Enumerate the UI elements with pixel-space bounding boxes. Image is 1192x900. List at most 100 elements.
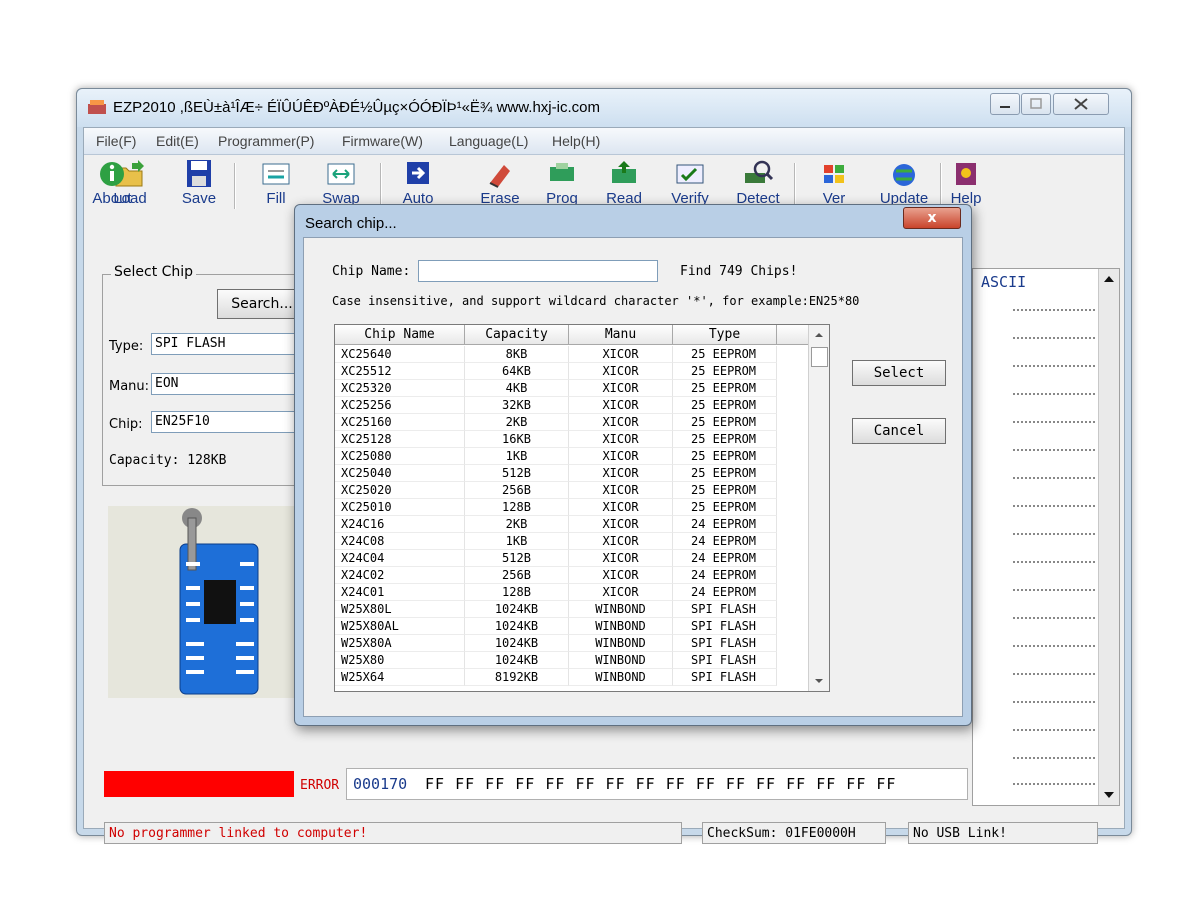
type-cell: 25 EEPROM [673,346,777,363]
adapter-board-icon [179,508,259,695]
capacity-cell: 1024KB [465,618,569,635]
error-label: ERROR [300,778,340,793]
capacity-cell: 1024KB [465,635,569,652]
type-cell: SPI FLASH [673,635,777,652]
app-icon [88,100,106,114]
ascii-row [1013,505,1095,509]
chip-name-cell: XC25160 [335,414,465,431]
manu-cell: XICOR [569,414,673,431]
capacity-cell: 1024KB [465,601,569,618]
dialog-body: Chip Name: Find 749 Chips! Case insensit… [303,237,963,717]
capacity-cell: 256B [465,567,569,584]
chip-table-row[interactable]: XC25010 128B XICOR 25 EEPROM [335,499,805,516]
capacity-text: Capacity: 128KB [109,453,227,468]
scroll-up-icon [1104,276,1114,282]
chip-table-row[interactable]: W25X80 1024KB WINBOND SPI FLASH [335,652,805,669]
select-button[interactable]: Select [852,360,946,386]
chip-table-row[interactable]: X24C04 512B XICOR 24 EEPROM [335,550,805,567]
chip-table-row[interactable]: XC25128 16KB XICOR 25 EEPROM [335,431,805,448]
chip-table-row[interactable]: X24C02 256B XICOR 24 EEPROM [335,567,805,584]
chip-name-cell: W25X80AL [335,618,465,635]
chip-table-row[interactable]: XC25040 512B XICOR 25 EEPROM [335,465,805,482]
type-cell: 24 EEPROM [673,567,777,584]
chip-name-cell: X24C16 [335,516,465,533]
menu-programmer[interactable]: Programmer(P) [218,133,314,149]
window-title: EZP2010 ,ßEÙ±à¹ÎÆ÷ ÉÏÛÚÊÐºÀÐÉ½Ûµç×ÓÓÐÏÞ¹… [113,99,600,116]
toolbar-separator [234,163,236,209]
type-cell: 25 EEPROM [673,465,777,482]
chip-table-row[interactable]: W25X80A 1024KB WINBOND SPI FLASH [335,635,805,652]
chip-table-row[interactable]: XC25640 8KB XICOR 25 EEPROM [335,346,805,363]
menu-edit[interactable]: Edit(E) [156,133,199,149]
menu-help[interactable]: Help(H) [552,133,600,149]
chip-name-cell: XC25320 [335,380,465,397]
column-header-capacity[interactable]: Capacity [465,325,569,345]
type-cell: 25 EEPROM [673,414,777,431]
type-cell: 24 EEPROM [673,516,777,533]
chip-table-row[interactable]: W25X80AL 1024KB WINBOND SPI FLASH [335,618,805,635]
minimize-button[interactable] [990,93,1020,115]
type-cell: 24 EEPROM [673,533,777,550]
maximize-button[interactable] [1021,93,1051,115]
chip-table-row[interactable]: XC25256 32KB XICOR 25 EEPROM [335,397,805,414]
ascii-row [1013,617,1095,621]
table-scrollbar[interactable] [808,325,829,691]
hex-row[interactable]: 000170 FF FF FF FF FF FF FF FF FF FF FF … [346,768,968,800]
chip-name-cell: XC25640 [335,346,465,363]
column-header-manu[interactable]: Manu [569,325,673,345]
floppy-disk-icon [187,160,211,187]
chip-table-row[interactable]: X24C16 2KB XICOR 24 EEPROM [335,516,805,533]
chip-name-input[interactable] [418,260,658,282]
fill-button[interactable]: Fill [248,159,304,211]
chip-table-row[interactable]: XC25020 256B XICOR 25 EEPROM [335,482,805,499]
chip-table-row[interactable]: X24C08 1KB XICOR 24 EEPROM [335,533,805,550]
chip-table-row[interactable]: W25X80L 1024KB WINBOND SPI FLASH [335,601,805,618]
menu-language[interactable]: Language(L) [449,133,528,149]
close-button[interactable] [1053,93,1109,115]
ascii-row [1013,309,1095,313]
cancel-button[interactable]: Cancel [852,418,946,444]
ascii-row [1013,589,1095,593]
hex-scrollbar[interactable] [1098,269,1119,805]
type-cell: 25 EEPROM [673,380,777,397]
capacity-cell: 4KB [465,380,569,397]
chip-table-row[interactable]: XC25160 2KB XICOR 25 EEPROM [335,414,805,431]
manu-cell: WINBOND [569,652,673,669]
scroll-down-icon [815,679,823,683]
chip-table-row[interactable]: XC25320 4KB XICOR 25 EEPROM [335,380,805,397]
capacity-cell: 16KB [465,431,569,448]
menu-file[interactable]: File(F) [96,133,136,149]
scroll-thumb[interactable] [811,347,828,367]
capacity-cell: 128B [465,499,569,516]
chip-name-cell: XC25080 [335,448,465,465]
checksum-status: CheckSum: 01FE0000H [702,822,886,844]
toolbar-separator [794,163,796,209]
about-button[interactable]: About [84,159,140,211]
capacity-cell: 1KB [465,533,569,550]
title-bar: EZP2010 ,ßEÙ±à¹ÎÆ÷ ÉÏÛÚÊÐºÀÐÉ½Ûµç×ÓÓÐÏÞ¹… [77,89,1131,127]
toolbar-separator [380,163,382,209]
minimize-icon [1000,106,1010,108]
capacity-cell: 2KB [465,516,569,533]
usb-status: No USB Link! [908,822,1098,844]
chip-table: Chip Name Capacity Manu Type XC25640 8KB X… [334,324,830,692]
manu-cell: XICOR [569,567,673,584]
chip-name-cell: XC25256 [335,397,465,414]
chip-table-row[interactable]: W25X64 8192KB WINBOND SPI FLASH [335,669,805,686]
menu-firmware[interactable]: Firmware(W) [342,133,423,149]
manu-cell: WINBOND [569,635,673,652]
chip-table-row[interactable]: XC25080 1KB XICOR 25 EEPROM [335,448,805,465]
close-icon [1074,98,1088,110]
windows-flag-icon [824,165,844,183]
ascii-row [1013,337,1095,341]
dialog-close-button[interactable]: x [903,207,961,229]
chip-table-row[interactable]: XC25512 64KB XICOR 25 EEPROM [335,363,805,380]
chip-table-row[interactable]: X24C01 128B XICOR 24 EEPROM [335,584,805,601]
error-indicator [104,771,294,797]
magnifier-chip-icon [745,160,774,183]
column-header-chip-name[interactable]: Chip Name [335,325,465,345]
type-cell: 25 EEPROM [673,363,777,380]
save-button[interactable]: Save [171,159,227,211]
chip-socket-image [108,506,312,698]
column-header-type[interactable]: Type [673,325,777,345]
